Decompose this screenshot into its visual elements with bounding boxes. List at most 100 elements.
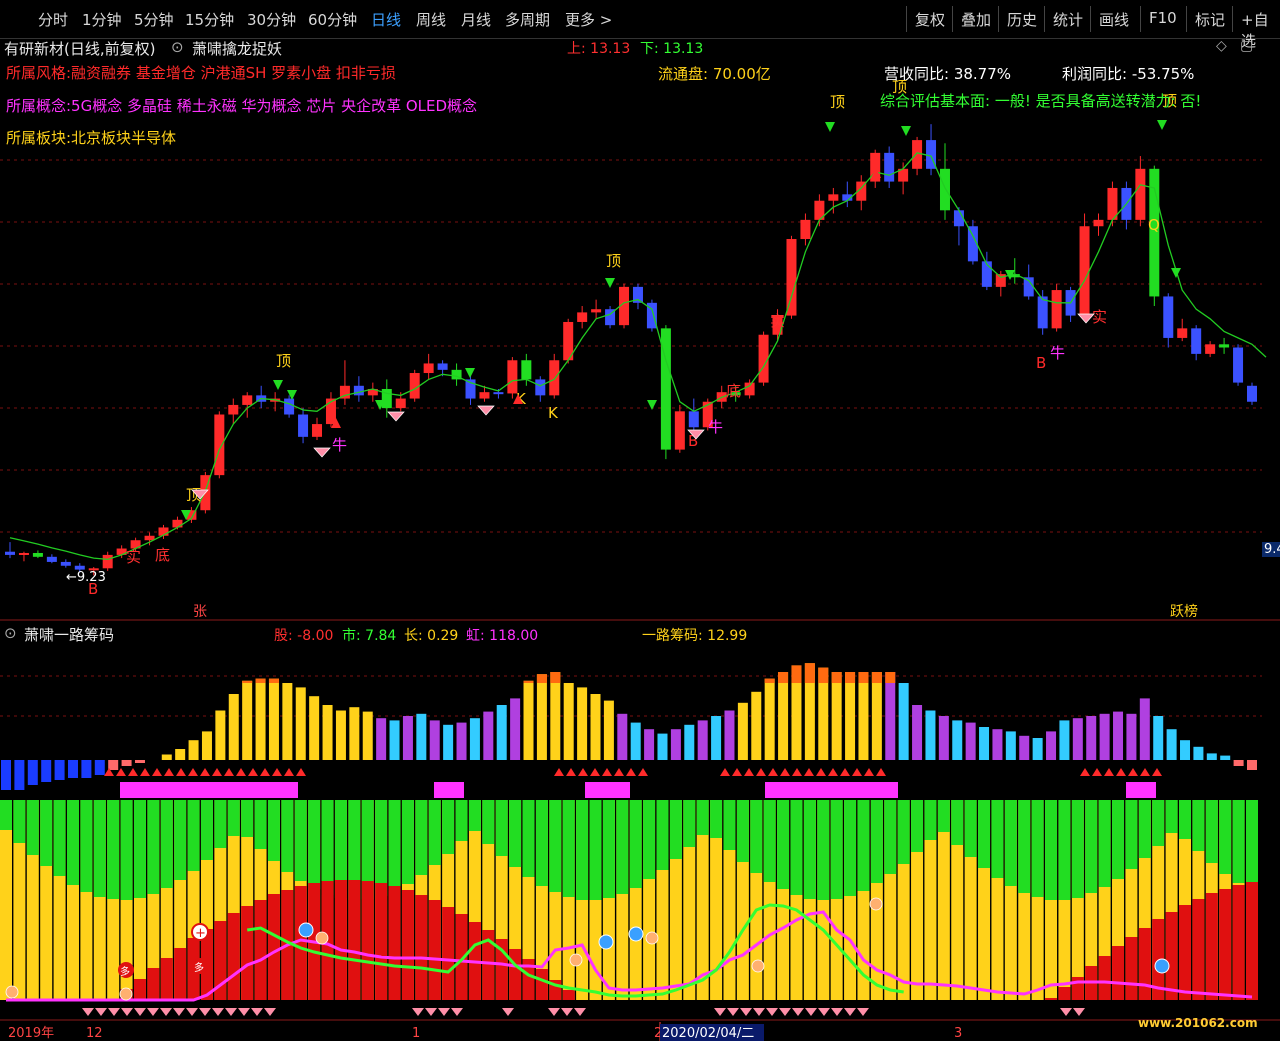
chip-column-green (294, 800, 307, 881)
chip-column-green (509, 800, 522, 867)
lower-indicator-name[interactable]: 萧啸一路筹码 (24, 624, 114, 645)
chip-column-green (857, 800, 870, 891)
triangle-mark (780, 768, 790, 776)
chip-column-green (602, 800, 615, 898)
chip-bar (268, 678, 279, 760)
bottom-diamond-icon (1060, 1008, 1072, 1016)
chip-column-green (736, 800, 749, 862)
bottom-diamond-icon (95, 1008, 107, 1016)
triangle-mark (224, 768, 234, 776)
candle-body (1051, 290, 1062, 329)
shi-value: 市: 7.84 (342, 628, 397, 644)
candle-body (800, 219, 811, 240)
price-tag: 9.4 (1262, 542, 1280, 557)
lower-toggle-icon[interactable]: ⊙ (4, 624, 17, 642)
triangle-mark (1104, 768, 1114, 776)
chip-column-green (1031, 800, 1044, 897)
triangle-mark (1116, 768, 1126, 776)
chip-column-green (964, 800, 977, 857)
triangle-mark (1080, 768, 1090, 776)
bottom-diamond-icon (727, 1008, 739, 1016)
chip-bar (778, 672, 789, 760)
chip-bar (282, 683, 293, 760)
candle-body (479, 392, 490, 399)
chip-column-red (348, 880, 361, 1000)
chip-column-red (241, 906, 254, 1000)
chip-bar-negative (14, 760, 25, 790)
chip-column-green (321, 800, 334, 895)
chip-column-green (522, 800, 535, 877)
chip-bar (1193, 746, 1204, 760)
triangle-mark (614, 768, 624, 776)
chip-column-red (267, 894, 280, 1000)
chip-column-green (830, 800, 843, 899)
chip-column-green (267, 800, 280, 861)
chip-bar (349, 707, 360, 760)
triangle-mark (296, 768, 306, 776)
bottom-diamond-icon (251, 1008, 263, 1016)
chip-bar (1139, 698, 1150, 760)
chip-column-green (817, 800, 830, 900)
chip-column-red (1112, 946, 1125, 1000)
hong-value: 虹: 118.00 (466, 628, 539, 644)
chip-bar (898, 683, 909, 760)
triangle-mark (816, 768, 826, 776)
triangle-mark (554, 768, 564, 776)
chip-column-red (535, 969, 548, 1000)
chip-bar (201, 731, 212, 760)
chip-bar (912, 705, 923, 760)
triangle-mark (248, 768, 258, 776)
bottom-diamond-icon (134, 1008, 146, 1016)
candle-body (437, 363, 448, 370)
chip-bar (845, 672, 856, 760)
chip-column-green (281, 800, 294, 872)
chip-bar (416, 713, 427, 760)
hand-pointer-icon (869, 897, 883, 911)
chip-bar-top (845, 672, 856, 683)
blue-ball-icon (1154, 958, 1170, 974)
chip-column-green (1219, 800, 1232, 874)
candle-body (507, 360, 518, 394)
chip-column-green (535, 800, 548, 886)
triangle-mark (212, 768, 222, 776)
magenta-block (765, 782, 898, 798)
candle-body (884, 152, 895, 182)
candle-body (549, 360, 560, 396)
chip-bar-negative (1, 760, 11, 790)
candle-body (1191, 328, 1202, 354)
chip-bar (630, 722, 641, 760)
selected-date-label: 2020/02/04/二 (662, 1026, 754, 1041)
bottom-diamond-icon (451, 1008, 463, 1016)
bottom-diamond-icon (173, 1008, 185, 1016)
chip-column-green (750, 800, 763, 873)
hand-pointer-icon (645, 931, 659, 945)
chip-column-red (227, 913, 240, 1000)
chip-column-green (147, 800, 160, 894)
bottom-diamond-icon (1073, 1008, 1085, 1016)
chip-bar (1032, 738, 1043, 760)
chip-column-green (1152, 800, 1165, 846)
triangle-mark (260, 768, 270, 776)
chip-bar (1005, 731, 1016, 760)
triangle-mark (1092, 768, 1102, 776)
chip-column-green (455, 800, 468, 841)
signal-label: 底 (155, 546, 170, 564)
triangle-mark (756, 768, 766, 776)
candle-body (591, 309, 602, 313)
candle-body (493, 392, 504, 395)
signal-label: K (548, 404, 559, 422)
candle-body (688, 411, 699, 428)
blue-ball-icon (628, 926, 644, 942)
down-arrow-icon (901, 126, 911, 136)
triangle-mark (626, 768, 636, 776)
bottom-diamond-icon (212, 1008, 224, 1016)
chip-column-green (13, 800, 26, 843)
chip-column-green (669, 800, 682, 859)
chip-bar (376, 718, 387, 760)
triangle-mark (840, 768, 850, 776)
chip-bar (550, 672, 561, 760)
chip-column-red (375, 883, 388, 1000)
chip-bar (242, 680, 253, 760)
candle-body (1163, 296, 1174, 338)
bottom-diamond-icon (121, 1008, 133, 1016)
